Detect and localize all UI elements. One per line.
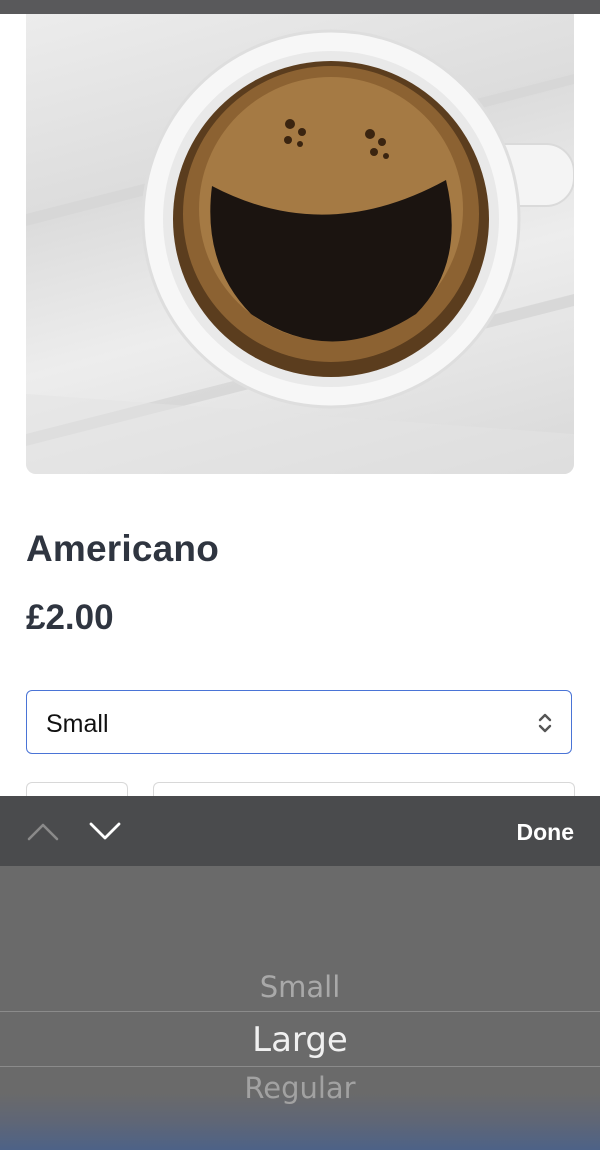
product-name: Americano <box>26 528 220 569</box>
picker-option-small[interactable]: Small <box>0 970 600 1004</box>
size-select-value: Small <box>46 710 109 738</box>
top-bar <box>0 0 600 14</box>
updown-chevron-icon <box>538 713 552 733</box>
done-button[interactable]: Done <box>517 819 575 846</box>
picker-option-large[interactable]: Large <box>0 1020 600 1060</box>
product-image <box>26 14 574 474</box>
size-select[interactable]: Small <box>26 690 572 754</box>
next-field-button[interactable] <box>87 814 123 848</box>
picker-option-regular[interactable]: Regular <box>0 1071 600 1105</box>
product-price: £2.00 <box>26 598 114 637</box>
picker-selection-line-top <box>0 1011 600 1012</box>
picker-toolbar: Done <box>0 796 600 866</box>
chevron-down-icon <box>89 822 121 840</box>
chevron-up-icon <box>27 823 59 841</box>
picker-selection-line-bottom <box>0 1066 600 1067</box>
size-picker-wheel[interactable]: Small Large Regular <box>0 866 600 1150</box>
previous-field-button[interactable] <box>25 814 61 848</box>
